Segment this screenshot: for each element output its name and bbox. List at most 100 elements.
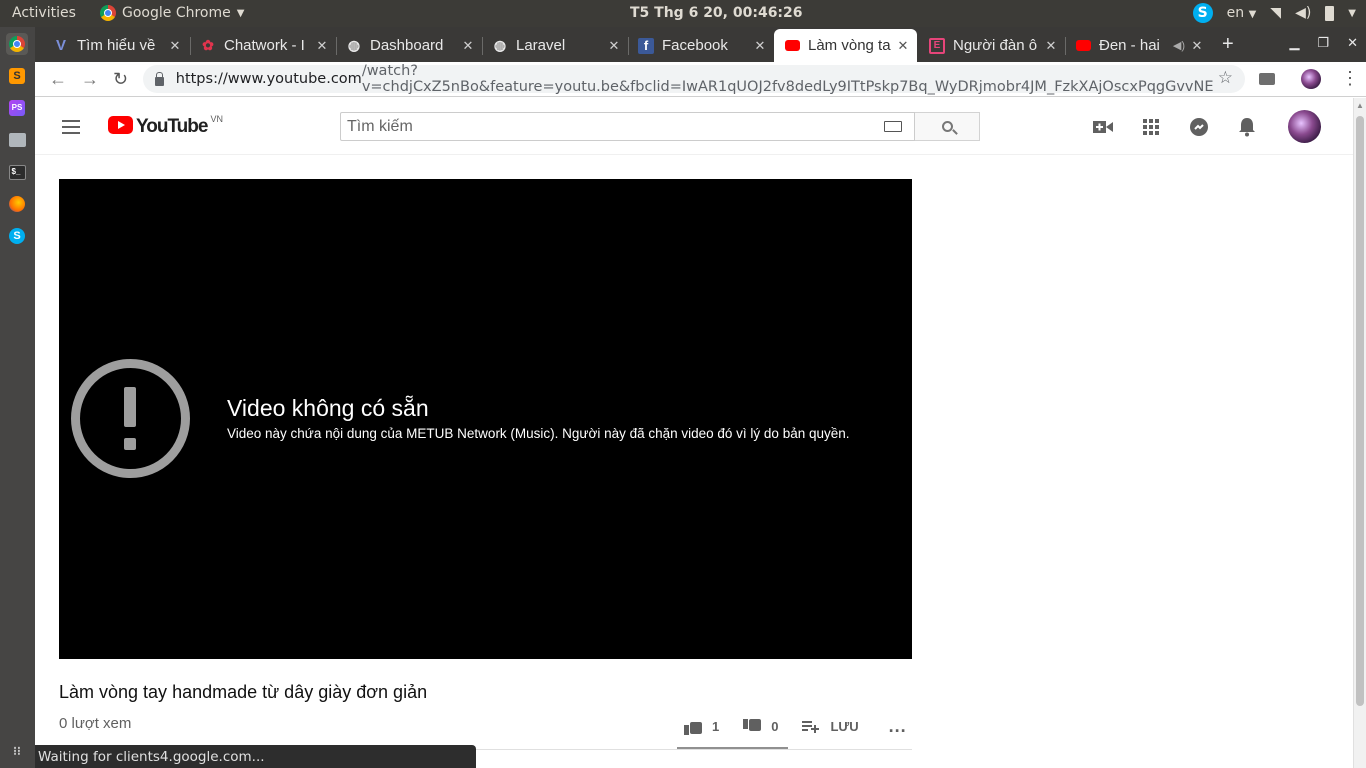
- menu-icon[interactable]: [62, 120, 80, 134]
- tab-dashboard[interactable]: ◍ Dashboard ✕: [336, 29, 482, 62]
- system-tray: S en ▼ ◥ ◀) ▼: [1192, 3, 1356, 23]
- skype-tray-icon[interactable]: S: [1192, 3, 1213, 23]
- back-button[interactable]: ←: [49, 69, 67, 90]
- minimize-icon[interactable]: ▁: [1289, 35, 1299, 51]
- tab-facebook[interactable]: f Facebook ✕: [628, 29, 774, 62]
- restore-icon[interactable]: ❐: [1317, 35, 1329, 51]
- more-horizontal-icon: ...: [888, 716, 907, 736]
- close-icon[interactable]: ✕: [1043, 38, 1059, 54]
- notifications-bell-icon[interactable]: [1237, 117, 1257, 137]
- video-title: Làm vòng tay handmade từ dây giày đơn gi…: [59, 682, 428, 702]
- like-count: 1: [712, 719, 720, 734]
- skype-glyph-icon: S: [9, 228, 25, 244]
- error-description: Video này chứa nội dung của METUB Networ…: [227, 426, 850, 441]
- chevron-down-icon: ▼: [1248, 9, 1257, 20]
- scrollbar-thumb[interactable]: [1356, 116, 1364, 706]
- chrome-icon: [9, 36, 25, 52]
- power-menu-chevron-icon[interactable]: ▼: [1348, 8, 1356, 19]
- video-player[interactable]: Video không có sẵn Video này chứa nội du…: [59, 179, 912, 659]
- close-icon[interactable]: ✕: [1189, 38, 1205, 54]
- wifi-icon[interactable]: ◥: [1270, 5, 1281, 21]
- apps-grid-icon[interactable]: [1141, 117, 1161, 137]
- facebook-icon: f: [638, 37, 654, 54]
- country-code: VN: [210, 114, 223, 124]
- tab-laravel[interactable]: ◍ Laravel ✕: [482, 29, 628, 62]
- tab-tim-hieu[interactable]: V Tìm hiểu về ✕: [43, 29, 189, 62]
- create-video-icon[interactable]: [1093, 117, 1113, 137]
- logo-text: YouTube: [136, 116, 208, 137]
- sublime-text-icon[interactable]: S: [6, 65, 28, 87]
- keyboard-layout[interactable]: en ▼: [1227, 5, 1257, 21]
- app-name: Google Chrome: [122, 5, 231, 21]
- clock[interactable]: T5 Thg 6 20, 00:46:26: [630, 5, 803, 21]
- youtube-logo[interactable]: YouTube VN: [108, 114, 223, 138]
- close-icon[interactable]: ✕: [314, 38, 330, 54]
- playlist-add-icon: [802, 720, 820, 733]
- scroll-up-arrow-icon[interactable]: ▲: [1356, 101, 1364, 110]
- more-actions-button[interactable]: ...: [889, 716, 907, 737]
- youtube-header: YouTube VN Tìm kiếm: [35, 98, 1353, 155]
- close-icon[interactable]: ✕: [460, 38, 476, 54]
- chrome-menu-icon[interactable]: ⋮: [1341, 68, 1359, 89]
- youtube-play-icon: [1075, 40, 1091, 51]
- view-count: 0 lượt xem: [59, 715, 132, 732]
- new-tab-button[interactable]: +: [1222, 33, 1234, 56]
- reload-button[interactable]: ↻: [113, 69, 128, 90]
- keyboard-icon[interactable]: [884, 121, 902, 132]
- volume-icon[interactable]: ◀): [1295, 5, 1311, 21]
- close-window-icon[interactable]: ✕: [1347, 35, 1358, 51]
- chrome-launcher-icon[interactable]: [6, 33, 28, 55]
- tab-lam-vong-tay[interactable]: Làm vòng ta ✕: [774, 29, 917, 62]
- firefox-icon[interactable]: [6, 193, 28, 215]
- tab-label: Đen - hai: [1099, 37, 1160, 54]
- address-bar[interactable]: https://www.youtube.com/watch?v=chdjCxZ5…: [143, 63, 1245, 95]
- battery-icon[interactable]: [1325, 5, 1335, 21]
- youtube-icon: [1075, 38, 1091, 54]
- skype-launcher-icon[interactable]: S: [6, 225, 28, 247]
- phpstorm-glyph-icon: PS: [9, 100, 25, 116]
- dislike-button[interactable]: 0: [743, 718, 778, 735]
- bookmark-star-icon[interactable]: ☆: [1218, 68, 1233, 88]
- files-icon[interactable]: [6, 129, 28, 151]
- account-avatar[interactable]: [1288, 110, 1321, 143]
- status-bubble: Waiting for clients4.google.com...: [35, 745, 476, 768]
- terminal-icon[interactable]: $_: [6, 161, 28, 183]
- speaker-icon[interactable]: ◀): [1173, 39, 1185, 52]
- messages-icon[interactable]: [1189, 117, 1209, 137]
- forward-button[interactable]: →: [81, 69, 99, 90]
- system-top-bar: Activities Google Chrome ▼ T5 Thg 6 20, …: [0, 0, 1366, 27]
- tab-label: Laravel: [516, 37, 566, 54]
- tab-nguoi-dan-ong[interactable]: E Người đàn ô ✕: [919, 29, 1065, 62]
- search-button[interactable]: [915, 112, 980, 141]
- tab-label: Làm vòng ta: [808, 37, 891, 54]
- profile-avatar[interactable]: [1301, 69, 1321, 89]
- tab-label: Dashboard: [370, 37, 444, 54]
- close-icon[interactable]: ✕: [752, 38, 768, 54]
- video-actions: 1 0 LƯU ...: [684, 716, 931, 737]
- url-host: https://www.youtube.com: [175, 71, 362, 87]
- like-button[interactable]: 1: [684, 719, 719, 735]
- youtube-play-icon: [784, 40, 800, 51]
- tab-label: Chatwork - I: [224, 37, 305, 54]
- close-icon[interactable]: ✕: [167, 38, 183, 54]
- activities-button[interactable]: Activities: [12, 5, 76, 21]
- chrome-icon: [100, 5, 116, 21]
- close-icon[interactable]: ✕: [895, 38, 911, 54]
- alert-dot: [124, 438, 136, 450]
- search-placeholder: Tìm kiếm: [347, 117, 413, 135]
- lock-icon[interactable]: [155, 71, 164, 86]
- search-input[interactable]: Tìm kiếm: [340, 112, 915, 141]
- phpstorm-icon[interactable]: PS: [6, 97, 28, 119]
- close-icon[interactable]: ✕: [606, 38, 622, 54]
- app-menu[interactable]: Google Chrome ▼: [100, 5, 244, 21]
- window-controls: ▁ ❐ ✕: [1289, 35, 1358, 51]
- tab-label: Tìm hiểu về: [77, 37, 156, 54]
- page-scrollbar[interactable]: ▲: [1353, 98, 1366, 768]
- chevron-down-icon: ▼: [236, 7, 245, 19]
- folder-glyph-icon: [8, 133, 26, 147]
- camera-extension-icon[interactable]: [1259, 73, 1275, 85]
- tab-den-hai[interactable]: Đen - hai ◀) ✕: [1065, 29, 1211, 62]
- save-button[interactable]: LƯU: [802, 719, 859, 734]
- tab-chatwork[interactable]: ✿ Chatwork - I ✕: [190, 29, 336, 62]
- show-applications-icon[interactable]: ⁝⁝: [6, 740, 28, 762]
